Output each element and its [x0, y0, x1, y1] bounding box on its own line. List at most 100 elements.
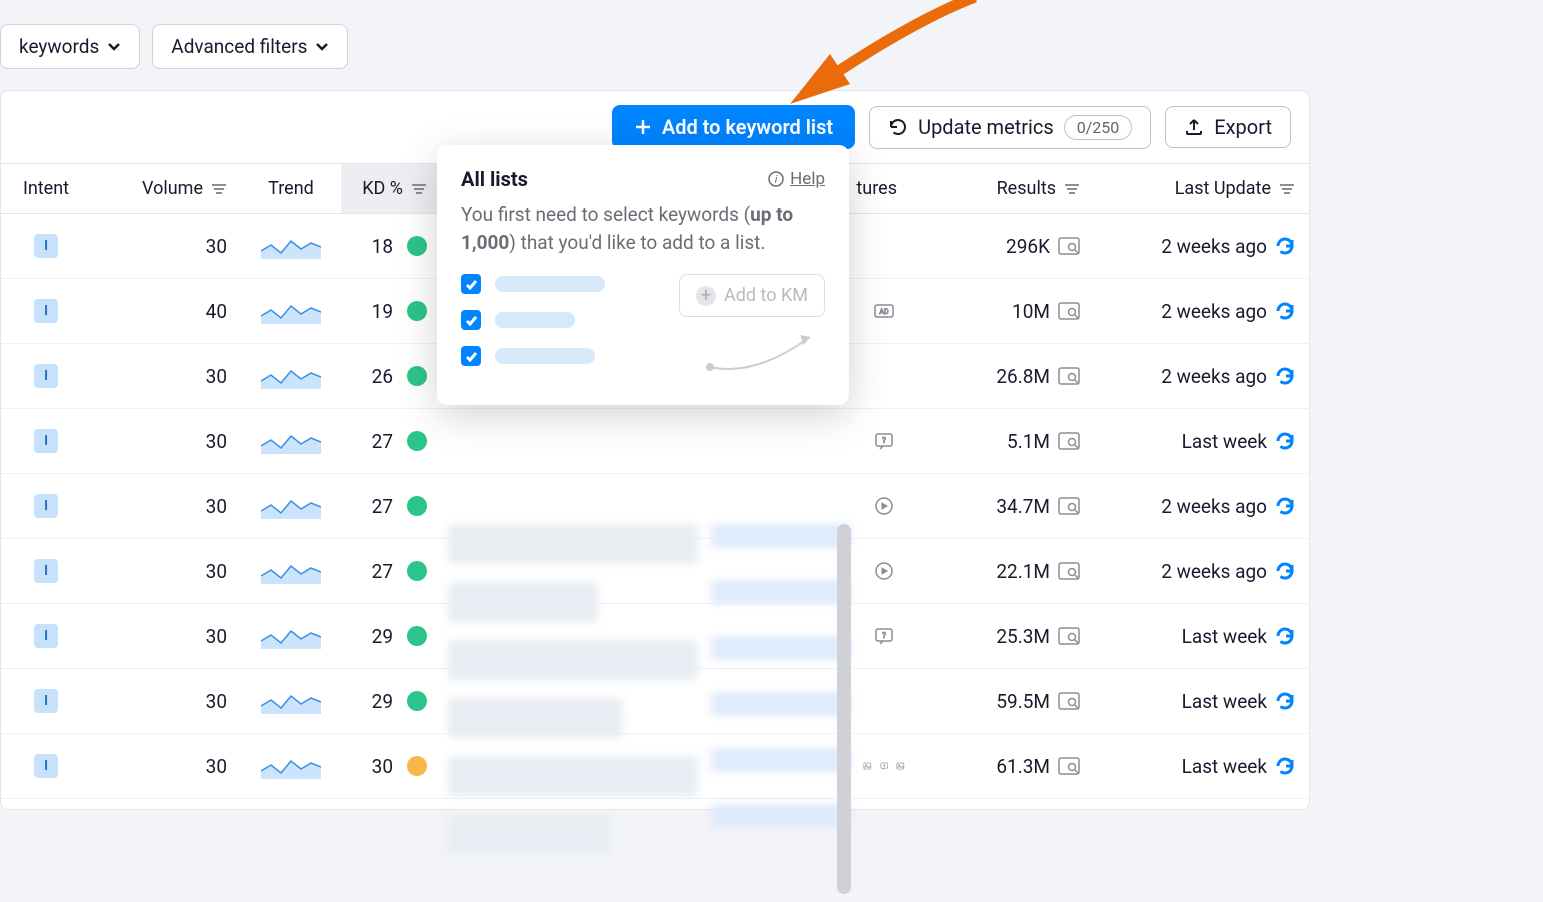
refresh-icon[interactable] — [1275, 496, 1295, 516]
refresh-icon[interactable] — [1275, 301, 1295, 321]
intent-badge: I — [34, 234, 58, 258]
update-count-badge: 0/250 — [1064, 115, 1133, 140]
kd-cell: 29 — [341, 690, 441, 713]
refresh-icon[interactable] — [1275, 756, 1295, 776]
intent-badge: I — [34, 364, 58, 388]
checkbox-checked-icon — [461, 346, 481, 366]
update-metrics-button[interactable]: Update metrics 0/250 — [869, 106, 1151, 149]
kd-cell: 26 — [341, 365, 441, 388]
kd-cell: 30 — [341, 755, 441, 778]
col-serp-features[interactable]: tures — [849, 164, 919, 213]
last-update-cell: Last week — [1094, 755, 1309, 778]
serp-features-cell: ? — [849, 756, 919, 776]
kd-cell: 29 — [341, 625, 441, 648]
kd-difficulty-dot — [407, 756, 427, 776]
intent-badge: I — [34, 559, 58, 583]
serp-preview-icon[interactable] — [1058, 562, 1080, 580]
info-icon: i — [768, 171, 784, 187]
export-button[interactable]: Export — [1165, 106, 1291, 148]
sort-icon — [411, 182, 427, 196]
kd-difficulty-dot — [407, 301, 427, 321]
refresh-icon[interactable] — [1275, 691, 1295, 711]
add-to-keyword-list-button[interactable]: Add to keyword list — [612, 105, 855, 149]
all-lists-popover: All lists i Help You first need to selec… — [437, 145, 849, 405]
svg-text:AD: AD — [879, 308, 889, 316]
advanced-filter[interactable]: Advanced filters — [152, 24, 348, 69]
export-button-label: Export — [1214, 115, 1272, 139]
intent-badge: I — [34, 494, 58, 518]
plus-circle-icon: + — [696, 286, 716, 306]
sort-icon — [1064, 182, 1080, 196]
main-panel: Add to keyword list Update metrics 0/250… — [0, 90, 1310, 810]
curved-arrow-icon — [705, 327, 825, 377]
refresh-icon[interactable] — [1275, 366, 1295, 386]
checkbox-checked-icon — [461, 310, 481, 330]
col-volume[interactable]: Volume — [91, 164, 241, 213]
sort-icon — [1279, 182, 1295, 196]
volume-cell: 30 — [91, 755, 241, 778]
col-results[interactable]: Results — [919, 164, 1094, 213]
serp-preview-icon[interactable] — [1058, 432, 1080, 450]
trend-cell — [241, 363, 341, 389]
col-trend[interactable]: Trend — [241, 164, 341, 213]
trend-cell — [241, 558, 341, 584]
last-update-cell: 2 weeks ago — [1094, 235, 1309, 258]
keywords-filter[interactable]: keywords — [0, 24, 140, 69]
intent-badge: I — [34, 689, 58, 713]
kd-difficulty-dot — [407, 561, 427, 581]
last-update-cell: 2 weeks ago — [1094, 300, 1309, 323]
trend-cell — [241, 623, 341, 649]
add-to-km-button-disabled: + Add to KM — [679, 274, 825, 317]
last-update-cell: Last week — [1094, 625, 1309, 648]
volume-cell: 40 — [91, 300, 241, 323]
serp-preview-icon[interactable] — [1058, 302, 1080, 320]
trend-cell — [241, 753, 341, 779]
checklist-item — [461, 310, 605, 330]
refresh-icon[interactable] — [1275, 431, 1295, 451]
kd-cell: 18 — [341, 235, 441, 258]
svg-text:?: ? — [882, 631, 886, 640]
serp-preview-icon[interactable] — [1058, 627, 1080, 645]
intent-badge: I — [34, 429, 58, 453]
kd-cell: 27 — [341, 495, 441, 518]
advanced-filter-label: Advanced filters — [171, 35, 307, 58]
results-cell: 34.7M — [919, 495, 1094, 518]
volume-cell: 30 — [91, 365, 241, 388]
last-update-cell: Last week — [1094, 430, 1309, 453]
intent-badge: I — [34, 754, 58, 778]
trend-cell — [241, 688, 341, 714]
checklist-item — [461, 274, 605, 294]
volume-cell: 30 — [91, 495, 241, 518]
refresh-icon — [888, 117, 908, 137]
col-intent[interactable]: Intent — [1, 164, 91, 213]
trend-cell — [241, 493, 341, 519]
serp-preview-icon[interactable] — [1058, 367, 1080, 385]
serp-preview-icon[interactable] — [1058, 757, 1080, 775]
serp-features-cell: ? — [849, 626, 919, 646]
chevron-down-icon — [315, 40, 329, 54]
serp-preview-icon[interactable] — [1058, 692, 1080, 710]
kd-difficulty-dot — [407, 236, 427, 256]
scrollbar[interactable] — [837, 524, 851, 894]
refresh-icon[interactable] — [1275, 626, 1295, 646]
blurred-content — [448, 524, 698, 902]
kd-difficulty-dot — [407, 626, 427, 646]
trend-cell — [241, 428, 341, 454]
results-cell: 5.1M — [919, 430, 1094, 453]
svg-text:?: ? — [882, 436, 886, 445]
keywords-filter-label: keywords — [19, 35, 99, 58]
col-kd[interactable]: KD % — [341, 164, 441, 213]
table-row[interactable]: I 30 27 ? 5.1M Last week — [1, 409, 1309, 474]
serp-features-cell: ? — [849, 431, 919, 451]
serp-preview-icon[interactable] — [1058, 497, 1080, 515]
col-last-update[interactable]: Last Update — [1094, 164, 1309, 213]
popover-title: All lists — [461, 167, 528, 191]
last-update-cell: 2 weeks ago — [1094, 495, 1309, 518]
help-link[interactable]: i Help — [768, 169, 825, 189]
refresh-icon[interactable] — [1275, 236, 1295, 256]
checkbox-checked-icon — [461, 274, 481, 294]
results-cell: 25.3M — [919, 625, 1094, 648]
refresh-icon[interactable] — [1275, 561, 1295, 581]
serp-preview-icon[interactable] — [1058, 237, 1080, 255]
chevron-down-icon — [107, 40, 121, 54]
